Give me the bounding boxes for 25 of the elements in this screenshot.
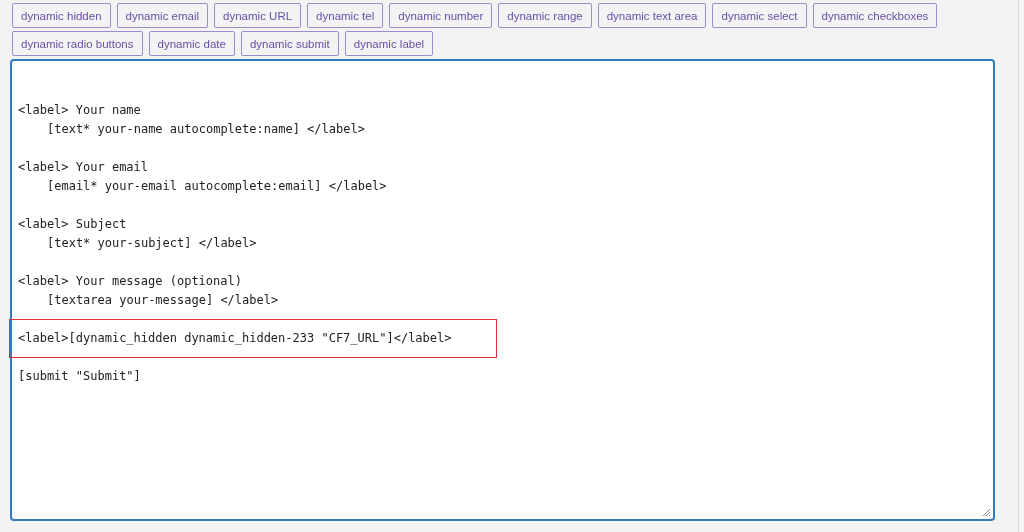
code-line: [email* your-email autocomplete:email] </label> [46,178,388,195]
tag-button[interactable]: dynamic radio buttons [12,31,143,56]
tag-button[interactable]: dynamic date [148,31,235,56]
tag-button[interactable]: dynamic range [498,3,592,28]
code-line: <label> Your name [18,102,142,119]
code-line: <label>[dynamic_hidden dynamic_hidden-233 "CF7_URL"]</label> [18,330,453,347]
tag-button[interactable]: dynamic select [712,3,807,28]
code-line: <label> Your message (optional) [18,273,243,290]
tag-button[interactable]: dynamic label [344,31,434,56]
tag-button[interactable]: dynamic tel [307,3,384,28]
code-line: [submit "Submit"] [18,368,142,385]
code-line: [textarea your-message] </label> [46,292,280,309]
code-line: [text* your-subject] </label> [46,235,258,252]
tag-button[interactable]: dynamic text area [597,3,707,28]
tag-button[interactable]: dynamic checkboxes [812,3,938,28]
tag-button[interactable]: dynamic URL [214,3,302,28]
form-editor[interactable] [10,59,995,521]
tag-button[interactable]: dynamic number [389,3,493,28]
code-line: <label> Your email [18,159,150,176]
tag-button[interactable]: dynamic submit [240,31,339,56]
code-line: [text* your-name autocomplete:name] </label> [46,121,366,138]
code-line: <label> Subject [18,216,128,233]
resize-grip-icon[interactable] [982,508,991,517]
tag-button[interactable]: dynamic hidden [12,3,111,28]
tag-button[interactable]: dynamic email [116,3,209,28]
